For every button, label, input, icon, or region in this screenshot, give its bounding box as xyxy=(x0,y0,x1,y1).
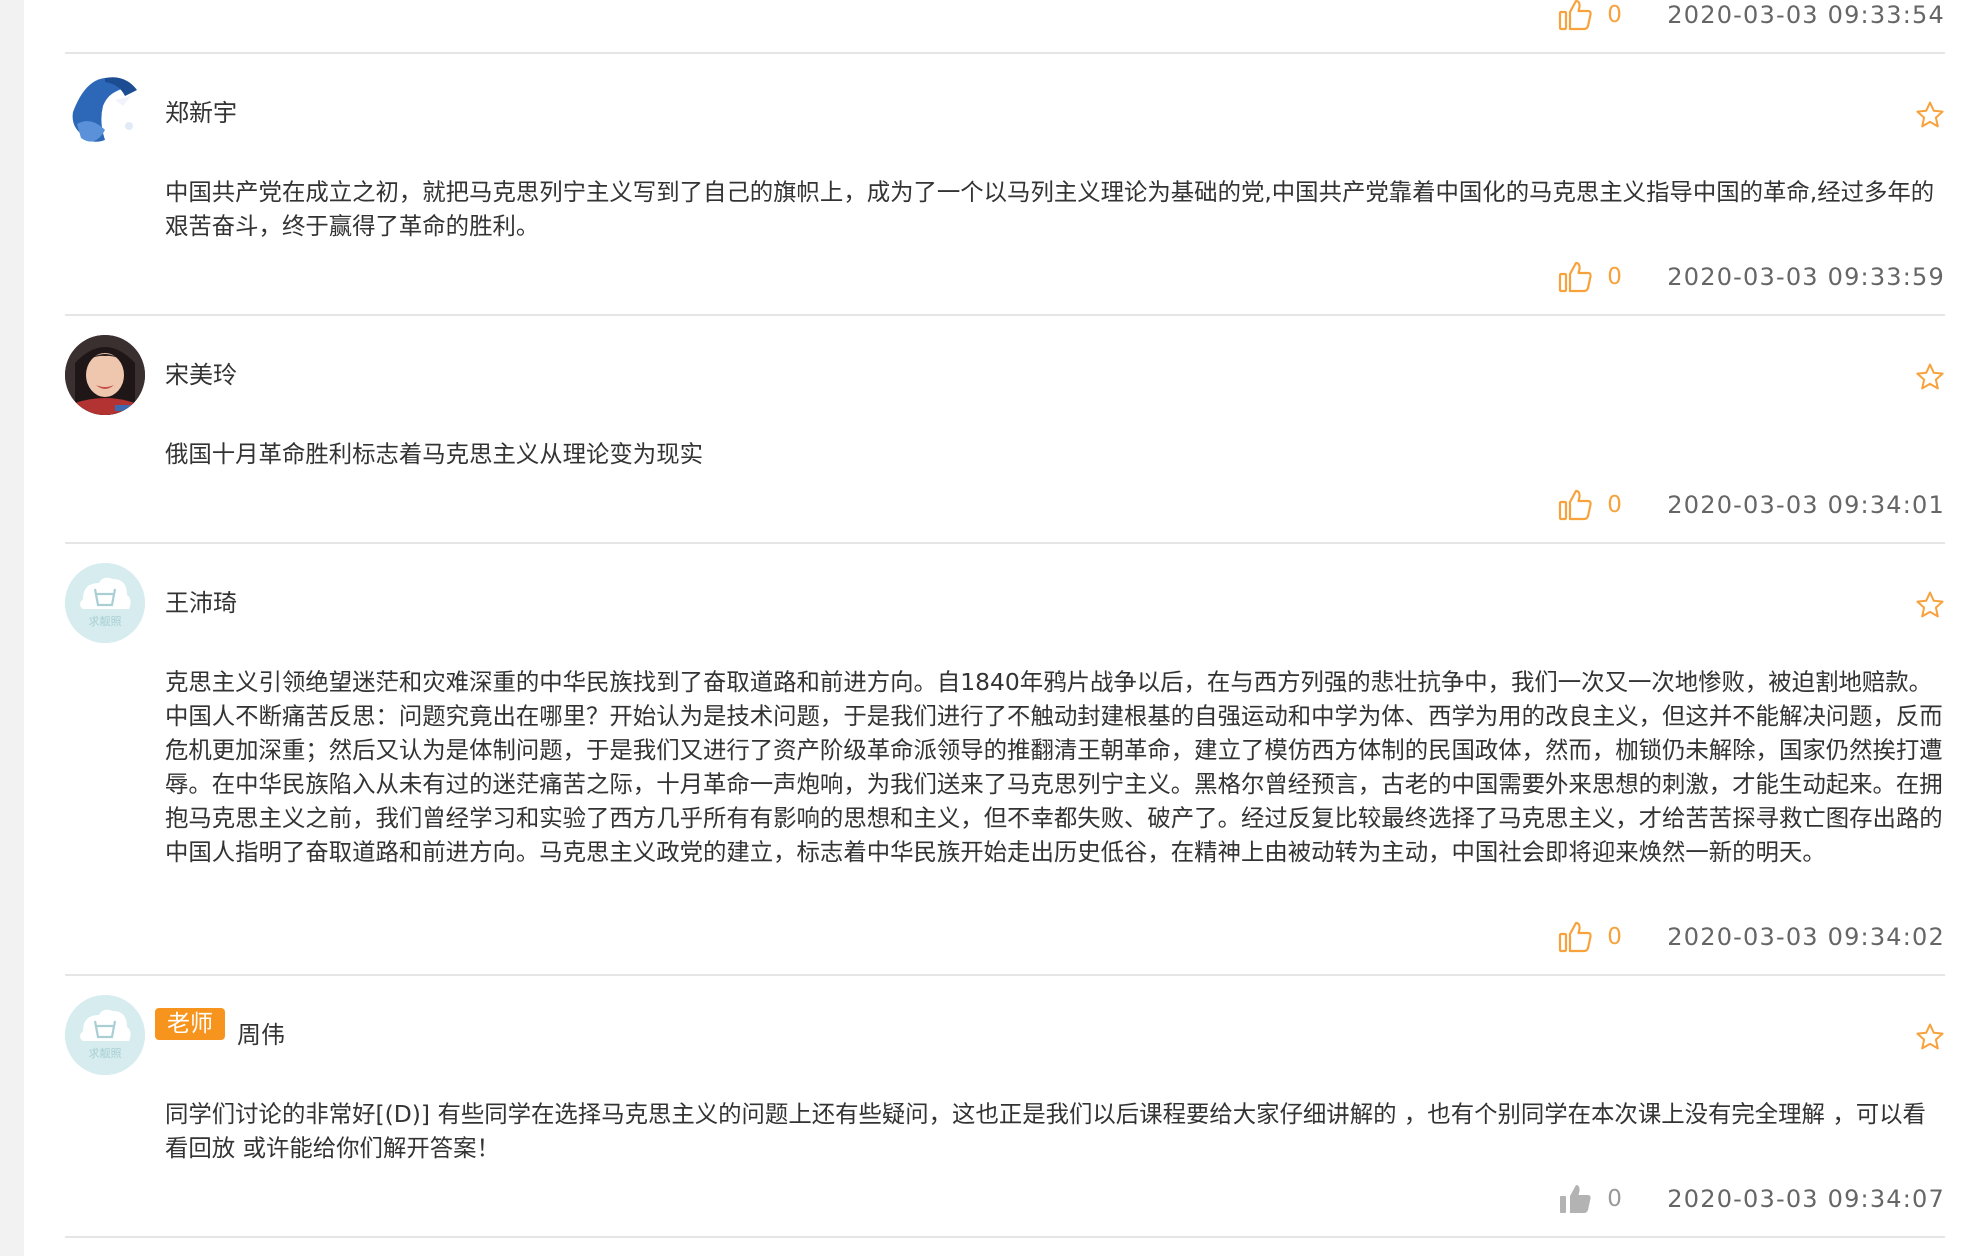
avatar[interactable]: 求靓照 xyxy=(65,995,145,1075)
commenter-name: 郑新宇 xyxy=(165,99,237,127)
like-count: 0 xyxy=(1607,492,1622,518)
star-icon xyxy=(1915,590,1945,620)
teacher-badge: 老师 xyxy=(155,1008,225,1040)
comment-meta: 0 2020-03-03 09:34:02 xyxy=(1557,917,1945,957)
like-count: 0 xyxy=(1607,1186,1622,1212)
comment-time: 2020-03-03 09:34:01 xyxy=(1667,491,1945,519)
like-button[interactable]: 0 xyxy=(1557,259,1627,295)
commenter-name: 宋美玲 xyxy=(165,361,237,389)
like-button[interactable]: 0 xyxy=(1557,919,1627,955)
svg-text:求靓照: 求靓照 xyxy=(89,1046,122,1060)
like-count: 0 xyxy=(1607,924,1622,950)
thumbs-up-icon xyxy=(1557,1181,1593,1217)
comment-divider xyxy=(65,1236,1945,1238)
star-icon xyxy=(1915,1022,1945,1052)
comment-divider xyxy=(65,542,1945,544)
like-button[interactable]: 0 xyxy=(1557,0,1627,33)
comment-content: 中国共产党在成立之初，就把马克思列宁主义写到了自己的旗帜上，成为了一个以马列主义… xyxy=(165,178,1935,240)
like-count: 0 xyxy=(1607,2,1622,28)
like-count: 0 xyxy=(1607,264,1622,290)
star-icon xyxy=(1915,362,1945,392)
comment-time: 2020-03-03 09:33:59 xyxy=(1667,263,1945,291)
svg-text:求靓照: 求靓照 xyxy=(89,614,122,628)
favorite-button[interactable] xyxy=(1915,362,1945,392)
like-button[interactable]: 0 xyxy=(1557,1181,1627,1217)
comment-time: 2020-03-03 09:33:54 xyxy=(1667,1,1945,29)
star-icon xyxy=(1915,100,1945,130)
comment-meta: 0 2020-03-03 09:33:54 xyxy=(1557,0,1945,35)
avatar[interactable]: 求靓照 xyxy=(65,563,145,643)
thumbs-up-icon xyxy=(1557,259,1593,295)
avatar[interactable] xyxy=(65,335,145,415)
commenter-name: 王沛琦 xyxy=(165,589,237,617)
comment-meta: 0 2020-03-03 09:34:07 xyxy=(1557,1179,1945,1219)
comment-divider xyxy=(65,52,1945,54)
comment-meta: 0 2020-03-03 09:34:01 xyxy=(1557,485,1945,525)
comment-content: 同学们讨论的非常好[(D)] 有些同学在选择马克思主义的问题上还有些疑问，这也正… xyxy=(165,1100,1926,1162)
thumbs-up-icon xyxy=(1557,0,1593,33)
comment-divider xyxy=(65,974,1945,976)
favorite-button[interactable] xyxy=(1915,1022,1945,1052)
favorite-button[interactable] xyxy=(1915,590,1945,620)
commenter-name: 周伟 xyxy=(237,1021,285,1049)
like-button[interactable]: 0 xyxy=(1557,487,1627,523)
comment-meta: 0 2020-03-03 09:33:59 xyxy=(1557,257,1945,297)
comment-content: 克思主义引领绝望迷茫和灾难深重的中华民族找到了奋取道路和前进方向。自1840年鸦… xyxy=(165,668,1943,866)
thumbs-up-icon xyxy=(1557,919,1593,955)
comment-content: 俄国十月革命胜利标志着马克思主义从理论变为现实 xyxy=(165,440,703,468)
comment-time: 2020-03-03 09:34:07 xyxy=(1667,1185,1945,1213)
avatar[interactable] xyxy=(65,72,145,152)
thumbs-up-icon xyxy=(1557,487,1593,523)
comment-divider xyxy=(65,314,1945,316)
favorite-button[interactable] xyxy=(1915,100,1945,130)
comment-time: 2020-03-03 09:34:02 xyxy=(1667,923,1945,951)
